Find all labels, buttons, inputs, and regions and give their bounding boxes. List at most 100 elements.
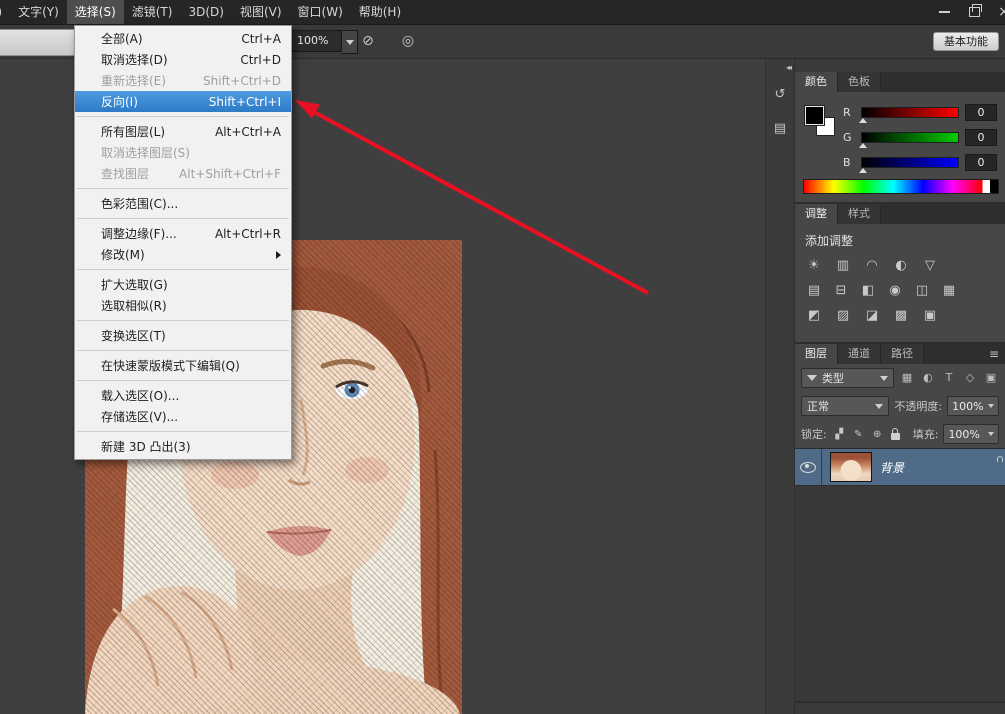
adjustment-icon-photo-filter[interactable]: ◉ (884, 282, 906, 300)
tool-option-icon-2[interactable]: ◎ (396, 30, 420, 52)
layers-panel: 图层 通道 路径 ≡ 类型 ▦ ◐ T ◇ ▣ 正常 (795, 344, 1005, 703)
menu-item-all-layers[interactable]: 所有图层(L) Alt+Ctrl+A (75, 121, 291, 142)
menu-item-shortcut: Alt+Ctrl+R (215, 227, 281, 241)
green-value-field[interactable]: 0 (965, 129, 997, 146)
color-panel-tabs: 颜色 色板 (795, 72, 1005, 92)
menu-filter[interactable]: 滤镜(T) (124, 0, 181, 24)
tab-layers[interactable]: 图层 (795, 344, 838, 364)
minimize-button[interactable] (929, 0, 959, 24)
filter-smart-objects-icon[interactable]: ▣ (983, 370, 999, 386)
history-panel-icon[interactable]: ↺ (769, 85, 791, 105)
lock-label: 锁定: (801, 426, 827, 442)
filter-pixel-layers-icon[interactable]: ▦ (899, 370, 915, 386)
adjustment-icon-gradient-map[interactable]: ▩ (890, 307, 912, 325)
expand-panels-icon[interactable]: ◂◂ (786, 63, 790, 72)
red-channel-label: R (843, 106, 855, 119)
menu-select[interactable]: 选择(S) (67, 0, 124, 24)
close-button[interactable]: × (989, 0, 1005, 24)
tab-styles[interactable]: 样式 (838, 204, 881, 224)
adjustment-icon-brightness-contrast[interactable]: ☀ (803, 257, 825, 275)
menu-item-shortcut: Alt+Shift+Ctrl+F (179, 167, 281, 181)
tab-adjustments[interactable]: 调整 (795, 204, 838, 224)
menu-item-similar[interactable]: 选取相似(R) (75, 295, 291, 316)
adjustment-icon-channel-mixer[interactable]: ◫ (911, 282, 933, 300)
adjustment-icon-vibrance[interactable]: ▽ (919, 257, 941, 275)
red-slider[interactable] (861, 107, 959, 118)
lock-pixels-icon[interactable]: ✎ (851, 427, 866, 442)
menu-view[interactable]: 视图(V) (232, 0, 290, 24)
lock-position-icon[interactable]: ⊕ (870, 427, 885, 442)
red-value-field[interactable]: 0 (965, 104, 997, 121)
menu-item-inverse[interactable]: 反向(I) Shift+Ctrl+I (75, 91, 291, 112)
adjustment-icon-invert[interactable]: ◩ (803, 307, 825, 325)
adjustment-icon-threshold[interactable]: ◪ (861, 307, 883, 325)
menu-item-label: 选取相似(R) (101, 297, 167, 314)
restore-button[interactable] (959, 0, 989, 24)
menu-item-color-range[interactable]: 色彩范围(C)... (75, 193, 291, 214)
menu-3d[interactable]: 3D(D) (180, 0, 231, 24)
blue-value-field[interactable]: 0 (965, 154, 997, 171)
blend-mode-dropdown[interactable]: 正常 (801, 396, 889, 416)
menu-item-shortcut: Alt+Ctrl+A (215, 125, 281, 139)
menu-window[interactable]: 窗口(W) (290, 0, 351, 24)
color-panel-body: R 0 G 0 B 0 (795, 92, 1005, 202)
color-spectrum-ramp[interactable] (803, 179, 999, 194)
properties-panel-icon[interactable]: ▤ (769, 119, 791, 139)
menu-type[interactable]: 文字(Y) (10, 0, 67, 24)
layer-thumbnail[interactable] (830, 452, 872, 482)
foreground-color-swatch[interactable] (805, 106, 824, 125)
fill-field[interactable]: 100% (943, 424, 999, 444)
menu-item-label: 新建 3D 凸出(3) (101, 438, 191, 455)
menu-item-label: 取消选择(D) (101, 51, 168, 68)
select-menu-dropdown: 全部(A) Ctrl+A 取消选择(D) Ctrl+D 重新选择(E) Shif… (74, 25, 292, 460)
adjustment-icon-black-white[interactable]: ◧ (857, 282, 879, 300)
menu-item-label: 重新选择(E) (101, 72, 166, 89)
menu-help[interactable]: 帮助(H) (351, 0, 409, 24)
tab-swatches[interactable]: 色板 (838, 72, 881, 92)
lock-all-icon[interactable] (891, 433, 900, 440)
channel-row-blue: B 0 (843, 154, 997, 171)
menu-item-new-3d-extrusion[interactable]: 新建 3D 凸出(3) (75, 436, 291, 457)
workspace-switcher-button[interactable]: 基本功能 (933, 32, 999, 51)
lock-transparency-icon[interactable]: ▞ (832, 427, 847, 442)
adjustment-icon-exposure[interactable]: ◐ (890, 257, 912, 275)
adjustment-icon-selective-color[interactable]: ▣ (919, 307, 941, 325)
layer-row-background[interactable]: 背景 (795, 449, 1005, 486)
tool-preset-picker[interactable] (0, 29, 76, 56)
menu-item-select-all[interactable]: 全部(A) Ctrl+A (75, 28, 291, 49)
menu-item-load-selection[interactable]: 载入选区(O)... (75, 385, 291, 406)
foreground-background-swatches[interactable] (805, 106, 835, 136)
menu-item-modify[interactable]: 修改(M) (75, 244, 291, 265)
menu-item-deselect[interactable]: 取消选择(D) Ctrl+D (75, 49, 291, 70)
adjustment-icon-levels[interactable]: ▥ (832, 257, 854, 275)
filter-shape-layers-icon[interactable]: ◇ (962, 370, 978, 386)
filter-type-dropdown[interactable]: 类型 (801, 368, 894, 388)
zoom-level-field[interactable]: 100% (290, 30, 342, 52)
adjustment-icon-color-balance[interactable]: ⊟ (830, 282, 852, 300)
adjustment-icon-hue-saturation[interactable]: ▤ (803, 282, 825, 300)
menu-item-grow[interactable]: 扩大选取(G) (75, 274, 291, 295)
adjustment-icon-posterize[interactable]: ▨ (832, 307, 854, 325)
tab-paths[interactable]: 路径 (881, 344, 924, 364)
opacity-field[interactable]: 100% (947, 396, 999, 416)
layers-panel-tabs: 图层 通道 路径 ≡ (795, 344, 1005, 364)
panel-menu-icon[interactable]: ≡ (983, 344, 1005, 364)
blue-slider[interactable] (861, 157, 959, 168)
adjustment-icon-color-lookup[interactable]: ▦ (938, 282, 960, 300)
filter-adjustment-layers-icon[interactable]: ◐ (920, 370, 936, 386)
menu-layer[interactable]: 图层(L) (0, 0, 10, 24)
green-slider[interactable] (861, 132, 959, 143)
adjustment-icon-curves[interactable]: ◠ (861, 257, 883, 275)
tab-color[interactable]: 颜色 (795, 72, 838, 92)
filter-type-layers-icon[interactable]: T (941, 370, 957, 386)
menu-item-refine-edge[interactable]: 调整边缘(F)... Alt+Ctrl+R (75, 223, 291, 244)
menu-item-transform-selection[interactable]: 变换选区(T) (75, 325, 291, 346)
visibility-toggle[interactable] (795, 449, 822, 485)
menu-item-save-selection[interactable]: 存储选区(V)... (75, 406, 291, 427)
tab-channels[interactable]: 通道 (838, 344, 881, 364)
layer-list: 背景 (795, 448, 1005, 701)
menu-item-quick-mask[interactable]: 在快速蒙版模式下编辑(Q) (75, 355, 291, 376)
minimize-icon (939, 11, 950, 13)
chevron-down-icon (988, 404, 994, 408)
tool-option-icon-1[interactable]: ⊘ (356, 30, 380, 52)
